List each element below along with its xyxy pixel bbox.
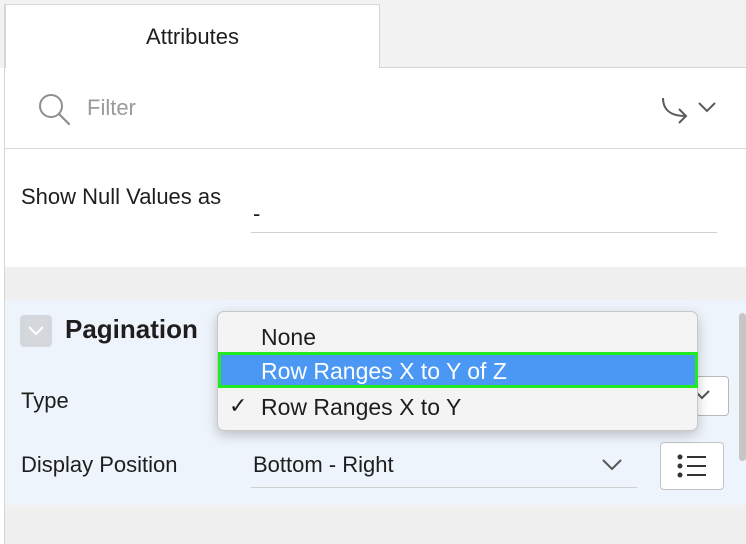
null-values-input[interactable] [251,195,717,233]
collapse-chevron-icon [28,326,44,336]
menu-item-label: Row Ranges X to Y [261,394,462,420]
pagination-title: Pagination [65,314,198,344]
next-section-bg [5,505,746,544]
list-options-button[interactable] [660,442,724,490]
collapse-button[interactable] [20,315,52,347]
tab-bar: Attributes [0,0,746,68]
display-position-value: Bottom - Right [253,452,394,477]
type-dropdown-menu: None Row Ranges X to Y of Z ✓ Row Ranges… [217,311,698,431]
checkmark-icon: ✓ [229,393,248,418]
scrollbar-thumb[interactable] [739,313,746,461]
search-icon [39,94,71,126]
list-icon [677,454,706,478]
menu-item-none[interactable]: None [219,320,696,354]
filter-input[interactable] [85,90,489,126]
section-separator [5,267,746,300]
menu-item-label: None [261,324,316,350]
null-values-label: Show Null Values as [21,184,222,209]
type-label: Type [21,388,69,413]
filter-bar [5,68,746,149]
tab-empty [380,4,746,68]
goto-arrow-icon[interactable] [657,94,719,124]
chevron-down-icon [602,459,622,471]
null-values-row: Show Null Values as [5,149,746,267]
tab-attributes[interactable]: Attributes [5,4,380,68]
display-position-select[interactable]: Bottom - Right [251,446,637,488]
menu-item-row-ranges-x-to-y[interactable]: ✓ Row Ranges X to Y [219,390,696,424]
menu-item-label: Row Ranges X to Y of Z [261,358,507,384]
display-position-label: Display Position [21,452,178,477]
tab-attributes-label: Attributes [146,23,239,49]
menu-item-row-ranges-x-to-y-of-z[interactable]: Row Ranges X to Y of Z [218,352,698,388]
